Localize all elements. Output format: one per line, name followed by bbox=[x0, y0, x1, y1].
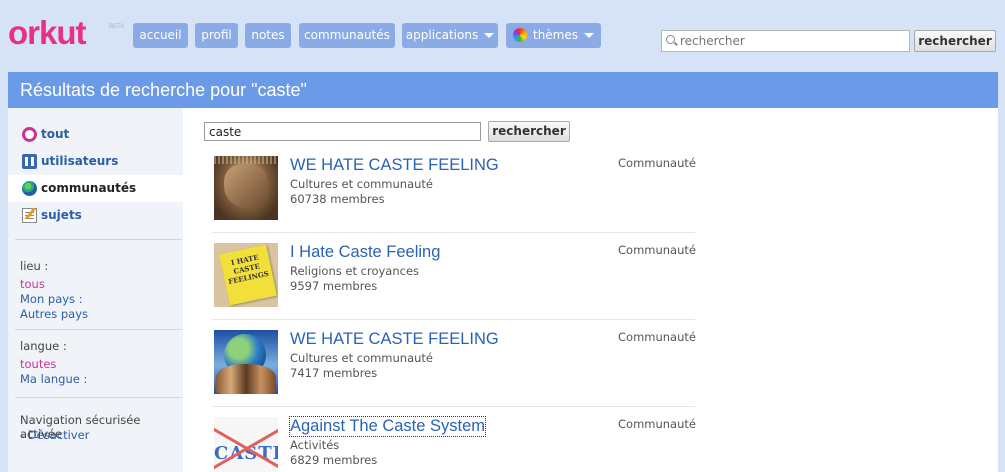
result-item: I HATE CASTE FEELINGS I Hate Caste Feeli… bbox=[204, 233, 696, 320]
result-member-count: 6829 membres bbox=[290, 453, 378, 467]
result-category: Cultures et communauté bbox=[290, 351, 434, 365]
sidebar-item-utilisateurs[interactable]: utilisateurs bbox=[8, 148, 183, 175]
result-type: Communauté bbox=[618, 330, 696, 344]
circle-icon bbox=[22, 127, 37, 142]
top-search-input[interactable] bbox=[680, 33, 905, 49]
result-title-link[interactable]: I Hate Caste Feeling bbox=[290, 243, 440, 262]
result-item: CASTE Against The Caste System Activités… bbox=[204, 407, 696, 472]
orkut-logo[interactable]: orkut BETA bbox=[8, 14, 124, 52]
globe-icon bbox=[22, 181, 37, 196]
users-icon bbox=[22, 154, 37, 169]
community-thumbnail[interactable]: CASTE bbox=[214, 417, 278, 472]
sidebar: tout utilisateurs communautés sujets lie… bbox=[8, 108, 183, 472]
nav-profil[interactable]: profil bbox=[195, 23, 238, 48]
top-search-field[interactable] bbox=[661, 30, 910, 52]
divider bbox=[15, 397, 182, 398]
disable-safe-navigation-link[interactable]: - Désactiver bbox=[20, 428, 89, 442]
chevron-down-icon bbox=[584, 33, 595, 38]
page-title: Résultats de recherche pour "caste" bbox=[8, 72, 998, 108]
language-mine-link[interactable]: Ma langue : bbox=[20, 372, 87, 386]
community-thumbnail[interactable] bbox=[214, 330, 278, 394]
divider bbox=[15, 239, 182, 240]
result-member-count: 9597 membres bbox=[290, 279, 378, 293]
chevron-down-icon bbox=[484, 33, 495, 38]
sidebar-item-communautes[interactable]: communautés bbox=[8, 175, 183, 202]
color-wheel-icon bbox=[512, 27, 527, 42]
location-other-countries-link[interactable]: Autres pays bbox=[20, 307, 88, 321]
result-type: Communauté bbox=[618, 243, 696, 257]
top-bar: orkut BETA accueil profil notes communaut… bbox=[0, 0, 1005, 72]
result-type: Communauté bbox=[618, 417, 696, 431]
topics-icon bbox=[22, 208, 37, 223]
result-category: Cultures et communauté bbox=[290, 177, 434, 191]
community-thumbnail[interactable] bbox=[214, 156, 278, 220]
result-member-count: 60738 membres bbox=[290, 192, 385, 206]
result-item: WE HATE CASTE FEELING Cultures et commun… bbox=[204, 320, 696, 407]
main-search-button[interactable]: rechercher bbox=[488, 121, 570, 142]
result-title-link[interactable]: WE HATE CASTE FEELING bbox=[290, 156, 499, 175]
nav-notes[interactable]: notes bbox=[245, 23, 291, 48]
thumbnail-sticky-note: I HATE CASTE FEELINGS bbox=[219, 244, 277, 306]
divider bbox=[15, 329, 182, 330]
language-heading: langue : bbox=[20, 339, 67, 353]
location-all-link[interactable]: tous bbox=[20, 277, 45, 291]
search-results-panel: Résultats de recherche pour "caste" tout… bbox=[8, 72, 998, 472]
language-all-link[interactable]: toutes bbox=[20, 357, 56, 371]
location-my-country-link[interactable]: Mon pays : bbox=[20, 292, 83, 306]
result-category: Religions et croyances bbox=[290, 264, 420, 278]
result-title-link[interactable]: Against The Caste System bbox=[288, 416, 487, 437]
nav-communautes[interactable]: communautés bbox=[299, 23, 395, 48]
top-search-button[interactable]: rechercher bbox=[914, 30, 996, 52]
nav-themes[interactable]: thèmes bbox=[506, 23, 601, 48]
result-member-count: 7417 membres bbox=[290, 366, 378, 380]
location-heading: lieu : bbox=[20, 259, 49, 273]
result-type: Communauté bbox=[618, 156, 696, 170]
nav-accueil[interactable]: accueil bbox=[133, 23, 188, 48]
result-item: WE HATE CASTE FEELING Cultures et commun… bbox=[204, 146, 696, 233]
result-category: Activités bbox=[290, 438, 340, 452]
main-search-field[interactable] bbox=[204, 122, 481, 141]
community-thumbnail[interactable]: I HATE CASTE FEELINGS bbox=[214, 243, 278, 307]
search-icon bbox=[666, 35, 675, 44]
sidebar-item-sujets[interactable]: sujets bbox=[8, 202, 183, 229]
nav-applications[interactable]: applications bbox=[402, 23, 498, 48]
sidebar-item-tout[interactable]: tout bbox=[8, 121, 183, 148]
main-search-input[interactable] bbox=[205, 123, 480, 140]
beta-badge: BETA bbox=[109, 24, 125, 30]
result-title-link[interactable]: WE HATE CASTE FEELING bbox=[290, 330, 499, 349]
